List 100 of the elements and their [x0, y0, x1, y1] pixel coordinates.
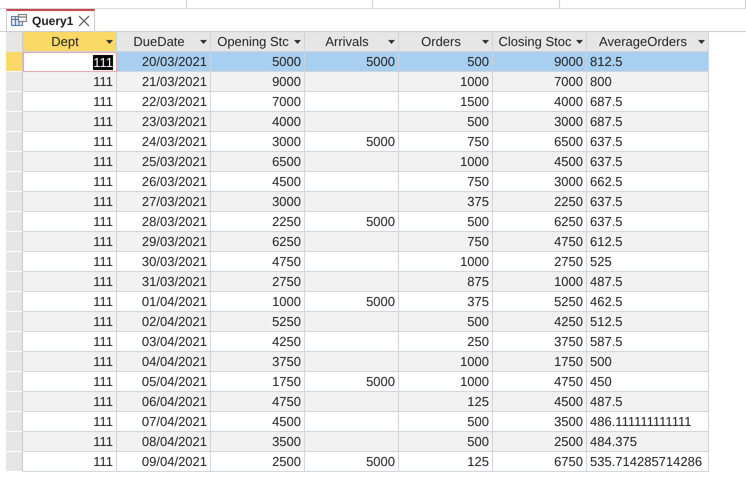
table-cell: 1000: [399, 152, 493, 172]
record-selector[interactable]: [6, 52, 23, 72]
record-selector[interactable]: [6, 92, 23, 112]
table-cell: 3500: [211, 432, 305, 452]
table-cell: 487.5: [587, 272, 709, 292]
dropdown-arrow-icon[interactable]: [698, 40, 705, 44]
table-cell: 1000: [493, 272, 587, 292]
table-cell: 2500: [493, 432, 587, 452]
column-header[interactable]: DueDate: [117, 32, 211, 52]
table-cell: 687.5: [587, 112, 709, 132]
table-cell: 3750: [211, 352, 305, 372]
table-cell: 111: [23, 312, 117, 332]
column-header[interactable]: Dept: [23, 32, 117, 52]
table-cell: 500: [399, 432, 493, 452]
table-cell: 375: [399, 192, 493, 212]
record-selector[interactable]: [6, 332, 23, 352]
record-selector[interactable]: [6, 392, 23, 412]
table-cell: 111: [23, 232, 117, 252]
table-cell: 111: [23, 432, 117, 452]
table-cell: 875: [399, 272, 493, 292]
table-cell: 111: [23, 452, 117, 472]
table-cell: 21/03/2021: [117, 72, 211, 92]
table-cell: 500: [399, 312, 493, 332]
table-cell: 4750: [211, 392, 305, 412]
table-cell: 27/03/2021: [117, 192, 211, 212]
table-cell: 6250: [211, 232, 305, 252]
table-cell: 3000: [493, 112, 587, 132]
table-cell: 812.5: [587, 52, 709, 72]
dropdown-arrow-icon[interactable]: [106, 40, 113, 44]
table-cell: 31/03/2021: [117, 272, 211, 292]
table-cell: 02/04/2021: [117, 312, 211, 332]
column-header[interactable]: Closing Stoc: [493, 32, 587, 52]
table-cell: 111: [23, 72, 117, 92]
table-cell: 6500: [211, 152, 305, 172]
dropdown-arrow-icon[interactable]: [576, 40, 583, 44]
table-cell: 637.5: [587, 192, 709, 212]
table-cell: 23/03/2021: [117, 112, 211, 132]
table-cell: 111: [23, 152, 117, 172]
record-selector[interactable]: [6, 132, 23, 152]
close-icon[interactable]: [78, 15, 90, 27]
dropdown-arrow-icon[interactable]: [294, 40, 301, 44]
record-selector[interactable]: [6, 312, 23, 332]
column-header[interactable]: AverageOrders: [587, 32, 709, 52]
record-selector[interactable]: [6, 412, 23, 432]
record-selector[interactable]: [6, 112, 23, 132]
record-selector[interactable]: [6, 212, 23, 232]
table-cell: 4250: [493, 312, 587, 332]
table-cell: 750: [399, 232, 493, 252]
table-cell: 4750: [493, 232, 587, 252]
record-selector[interactable]: [6, 352, 23, 372]
table-cell: 500: [399, 112, 493, 132]
query-tab[interactable]: Query1: [6, 9, 96, 31]
table-cell: 08/04/2021: [117, 432, 211, 452]
table-cell: 2250: [493, 192, 587, 212]
table-cell: 484.375: [587, 432, 709, 452]
record-selector[interactable]: [6, 452, 23, 472]
table-cell: 5000: [305, 452, 399, 472]
table-cell: 4500: [493, 392, 587, 412]
table-cell: 7000: [493, 72, 587, 92]
table-cell: 29/03/2021: [117, 232, 211, 252]
column-header[interactable]: Orders: [399, 32, 493, 52]
record-selector[interactable]: [6, 72, 23, 92]
table-cell: 5250: [211, 312, 305, 332]
table-cell: 4000: [211, 112, 305, 132]
select-all-corner[interactable]: [6, 32, 23, 52]
table-cell: 06/04/2021: [117, 392, 211, 412]
record-selector[interactable]: [6, 252, 23, 272]
table-cell: 111: [23, 272, 117, 292]
dropdown-arrow-icon[interactable]: [388, 40, 395, 44]
record-selector[interactable]: [6, 152, 23, 172]
table-cell: 4500: [493, 152, 587, 172]
table-cell: 20/03/2021: [117, 52, 211, 72]
table-cell: 512.5: [587, 312, 709, 332]
record-selector[interactable]: [6, 272, 23, 292]
dropdown-arrow-icon[interactable]: [482, 40, 489, 44]
record-selector[interactable]: [6, 172, 23, 192]
table-cell: 2500: [211, 452, 305, 472]
table-cell: 500: [399, 52, 493, 72]
dropdown-arrow-icon[interactable]: [200, 40, 207, 44]
table-cell: 5000: [211, 52, 305, 72]
table-cell: 637.5: [587, 152, 709, 172]
table-cell: 487.5: [587, 392, 709, 412]
table-cell: 9000: [211, 72, 305, 92]
column-header[interactable]: Opening Stc: [211, 32, 305, 52]
table-cell: 25/03/2021: [117, 152, 211, 172]
table-cell: 111: [23, 192, 117, 212]
table-cell: 612.5: [587, 232, 709, 252]
record-selector[interactable]: [6, 432, 23, 452]
table-cell: 5000: [305, 52, 399, 72]
table-cell: 111: [23, 52, 117, 72]
table-cell: 800: [587, 72, 709, 92]
record-selector[interactable]: [6, 292, 23, 312]
record-selector[interactable]: [6, 232, 23, 252]
table-cell: 535.714285714286: [587, 452, 709, 472]
column-header[interactable]: Arrivals: [305, 32, 399, 52]
table-cell: 6750: [493, 452, 587, 472]
record-selector[interactable]: [6, 192, 23, 212]
record-selector[interactable]: [6, 372, 23, 392]
table-cell: 1750: [493, 352, 587, 372]
table-cell: 125: [399, 452, 493, 472]
